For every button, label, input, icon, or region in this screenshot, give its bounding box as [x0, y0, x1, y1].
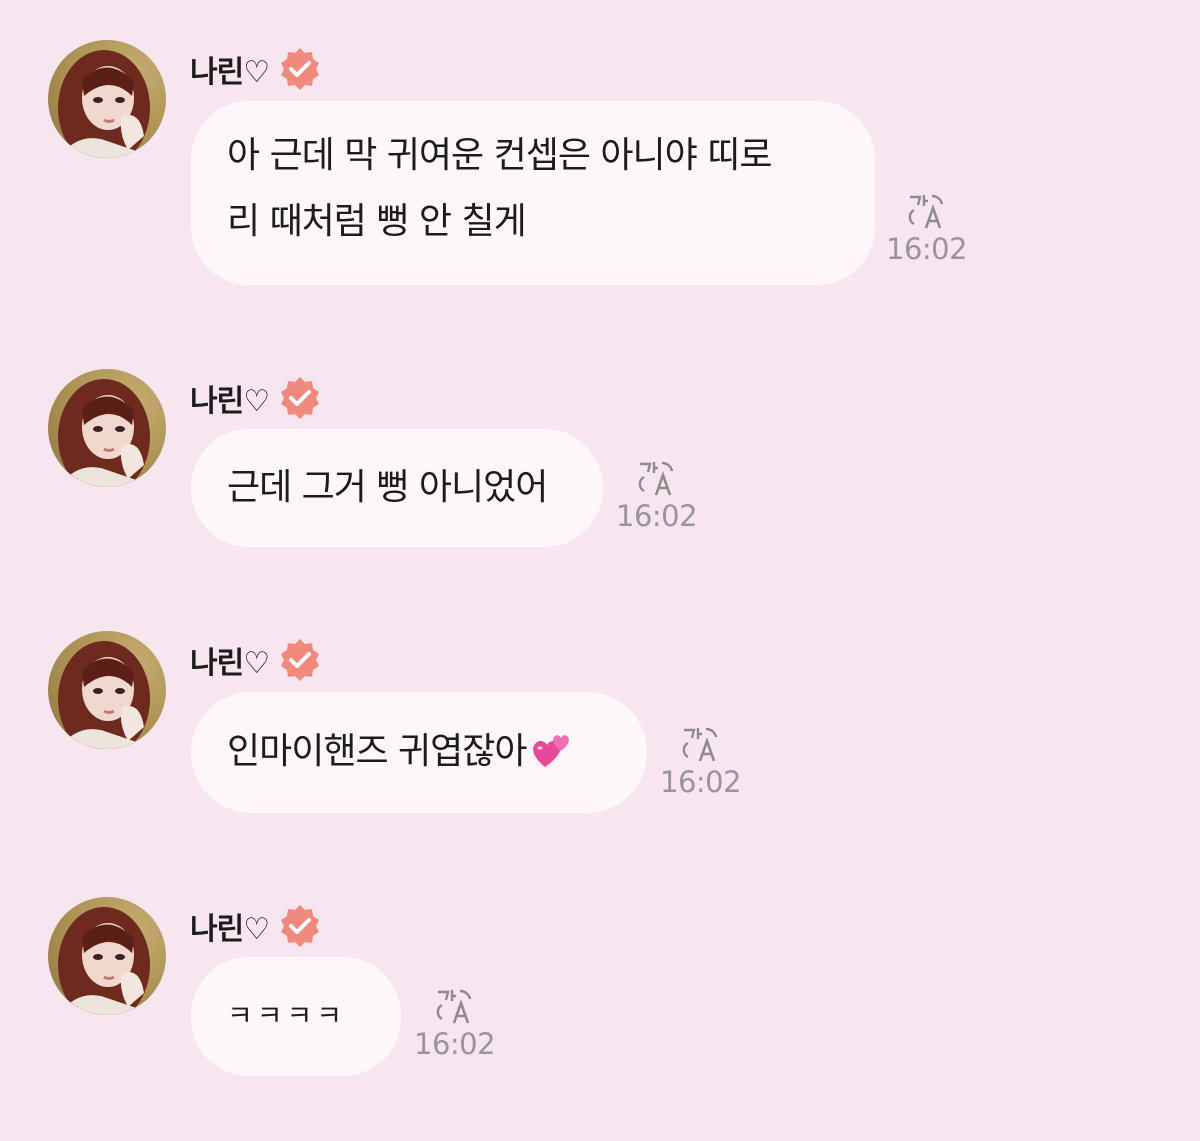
timestamp: 16:02 — [616, 499, 698, 533]
message-text-line: 리 때처럼 뻥 안 칠게 — [227, 201, 527, 242]
message-text-line: 근데 그거 뻥 아니었어 — [227, 467, 548, 508]
message-text-line: 아 근데 막 귀여운 컨셉은 아니야 띠로 — [227, 135, 772, 176]
message-bubble[interactable]: 근데 그거 뻥 아니었어 — [191, 429, 603, 547]
sender-name: 나린♡ — [190, 384, 270, 419]
message-meta: 16:02 — [616, 457, 698, 533]
verified-badge-icon — [281, 48, 320, 90]
avatar[interactable] — [48, 369, 166, 487]
translate-icon[interactable] — [636, 457, 678, 499]
message-bubble[interactable]: 인마이핸즈 귀엽잖아 — [191, 692, 647, 813]
translate-icon[interactable] — [434, 985, 476, 1027]
sender-name-row: 나린♡ — [190, 375, 323, 421]
message-bubble[interactable]: ㅋㅋㅋㅋ — [191, 957, 401, 1076]
message-text-line: ㅋㅋㅋㅋ — [227, 999, 347, 1032]
sender-name: 나린♡ — [190, 55, 270, 90]
sender-name-row: 나린♡ — [190, 903, 323, 949]
translate-icon[interactable] — [906, 190, 948, 232]
avatar[interactable] — [48, 631, 166, 749]
message-text-line: 인마이핸즈 귀엽잖아 — [227, 731, 528, 772]
two-hearts-icon — [531, 725, 573, 791]
verified-badge-icon — [281, 639, 320, 681]
sender-name: 나린♡ — [190, 646, 270, 681]
verified-badge-icon — [281, 377, 320, 419]
message-meta: 16:02 — [414, 985, 496, 1061]
timestamp: 16:02 — [414, 1027, 496, 1061]
message-meta: 16:02 — [886, 190, 968, 266]
timestamp: 16:02 — [886, 232, 968, 266]
timestamp: 16:02 — [660, 765, 742, 799]
avatar[interactable] — [48, 40, 166, 158]
message-bubble[interactable]: 아 근데 막 귀여운 컨셉은 아니야 띠로 리 때처럼 뻥 안 칠게 — [191, 101, 875, 285]
message-meta: 16:02 — [660, 723, 742, 799]
translate-icon[interactable] — [680, 723, 722, 765]
avatar[interactable] — [48, 897, 166, 1015]
verified-badge-icon — [281, 905, 320, 947]
sender-name-row: 나린♡ — [190, 637, 323, 683]
sender-name: 나린♡ — [190, 912, 270, 947]
sender-name-row: 나린♡ — [190, 46, 323, 92]
